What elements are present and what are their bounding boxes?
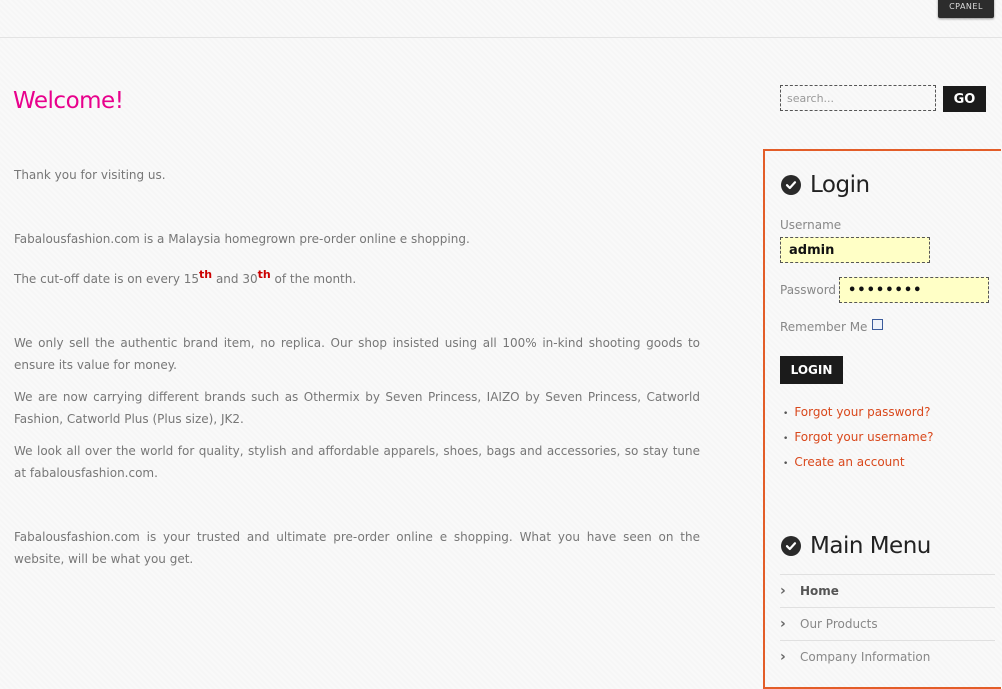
create-account-link[interactable]: Create an account	[794, 455, 904, 469]
cutoff-prefix: The cut-off date is on every 15	[14, 272, 200, 286]
remember-me-checkbox[interactable]	[872, 319, 883, 330]
cpanel-button[interactable]: CPANEL	[938, 0, 994, 18]
chevron-right-icon: ›	[780, 616, 786, 632]
menu-item-company-information[interactable]: › Company Information	[780, 640, 995, 673]
trusted-paragraph: Fabalousfashion.com is your trusted and …	[14, 530, 700, 566]
cutoff-middle: and 30	[212, 272, 258, 286]
top-bar: CPANEL	[0, 0, 1002, 38]
menu-item-label: Our Products	[800, 617, 878, 631]
main-content: Thank you for visiting us. Fabalousfashi…	[14, 164, 700, 570]
main-menu-heading: Main Menu	[781, 533, 931, 559]
password-field[interactable]	[839, 277, 989, 303]
forgot-username-link[interactable]: Forgot your username?	[794, 430, 933, 444]
forgot-password-link[interactable]: Forgot your password?	[794, 405, 930, 419]
menu-item-label: Company Information	[800, 650, 931, 664]
about-paragraph: Fabalousfashion.com is a Malaysia homegr…	[14, 232, 470, 246]
search-go-button[interactable]: GO	[943, 86, 986, 112]
menu-item-our-products[interactable]: › Our Products	[780, 607, 995, 640]
list-item: • Forgot your username?	[783, 427, 934, 452]
login-button[interactable]: LOGIN	[780, 356, 843, 384]
sidebar: Login Username Password Remember Me LOGI…	[763, 149, 1001, 689]
username-field[interactable]	[780, 237, 930, 263]
brands-paragraph: We are now carrying different brands suc…	[14, 390, 700, 426]
check-circle-icon	[781, 175, 801, 195]
quality-paragraph: We look all over the world for quality, …	[14, 444, 700, 480]
menu-item-home[interactable]: › Home	[780, 574, 995, 607]
cutoff-suffix: of the month.	[270, 272, 357, 286]
username-label: Username	[780, 218, 842, 232]
list-item: • Forgot your password?	[783, 402, 934, 427]
menu-item-label: Home	[800, 584, 839, 598]
password-label: Password	[780, 283, 837, 297]
check-circle-icon	[781, 536, 801, 556]
cutoff-paragraph: The cut-off date is on every 15th and 30…	[14, 264, 700, 290]
login-title: Login	[810, 172, 870, 198]
chevron-right-icon: ›	[780, 583, 786, 599]
ordinal-suffix: th	[199, 268, 213, 281]
login-links: • Forgot your password? • Forgot your user…	[783, 402, 934, 477]
ordinal-suffix: th	[257, 268, 271, 281]
main-menu-title: Main Menu	[810, 533, 931, 559]
authentic-paragraph: We only sell the authentic brand item, n…	[14, 336, 700, 372]
search-input[interactable]	[780, 85, 936, 111]
intro-paragraph: Thank you for visiting us.	[14, 168, 166, 182]
bullet-icon: •	[783, 409, 789, 419]
remember-me-label: Remember Me	[780, 320, 868, 334]
list-item: • Create an account	[783, 452, 934, 477]
login-heading: Login	[781, 172, 870, 198]
page-title: Welcome!	[13, 88, 124, 114]
chevron-right-icon: ›	[780, 649, 786, 665]
bullet-icon: •	[783, 459, 789, 469]
bullet-icon: •	[783, 434, 789, 444]
main-menu: › Home › Our Products › Company Information	[780, 574, 995, 673]
